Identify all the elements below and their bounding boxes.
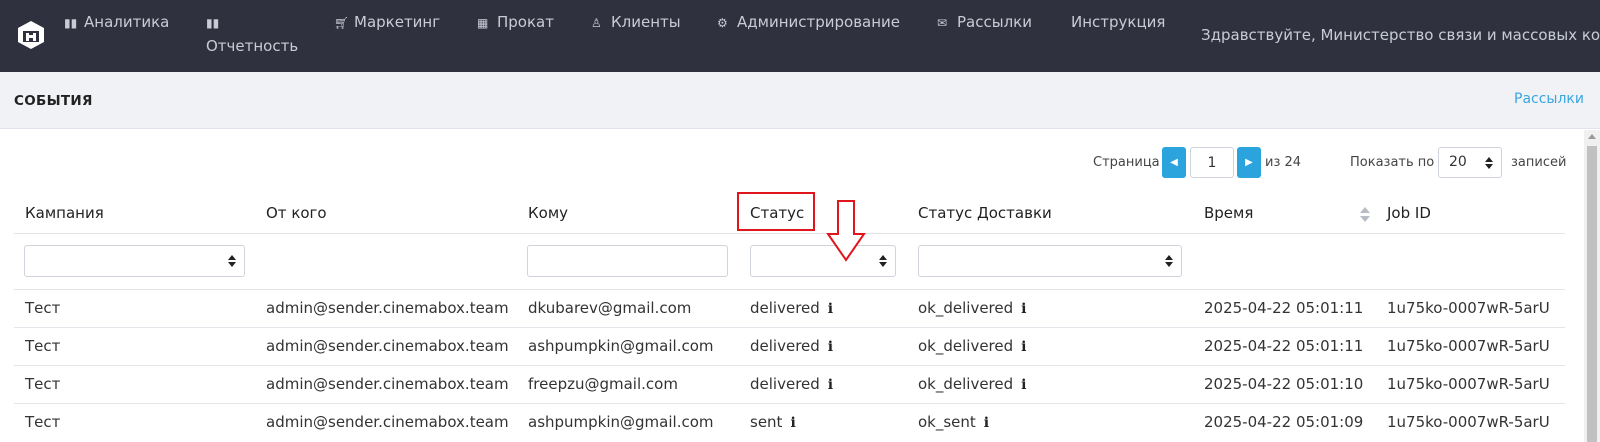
nav-item-administration[interactable]: ⚙ Администрирование <box>717 13 900 31</box>
envelope-icon: ✉ <box>937 16 948 30</box>
cell-from: admin@sender.cinemabox.team <box>266 299 509 317</box>
info-icon[interactable]: i <box>1021 339 1026 355</box>
top-navbar: ▮▮ Аналитика ▮▮ Отчетность 🛒︎ Маркетинг ▦ П… <box>0 0 1600 72</box>
prev-page-button[interactable]: ◀ <box>1162 147 1186 178</box>
column-header-time[interactable]: Время <box>1204 204 1253 222</box>
cell-campaign: Тест <box>25 337 61 355</box>
cart-icon: 🛒︎ <box>334 16 350 30</box>
gears-icon: ⚙ <box>717 16 728 30</box>
info-icon[interactable]: i <box>790 415 795 431</box>
status-filter-select[interactable] <box>750 245 896 277</box>
chevron-left-icon: ◀ <box>1170 157 1178 168</box>
breadcrumb-link-mailings[interactable]: Рассылки <box>1514 91 1584 107</box>
info-icon[interactable]: i <box>828 377 833 393</box>
page-header: СОБЫТИЯ Рассылки <box>0 72 1600 129</box>
cell-job-id: 1u75ko-0007wR-5arU <box>1387 299 1550 317</box>
cell-campaign: Тест <box>25 413 61 431</box>
cell-status: delivered i <box>750 375 834 393</box>
cell-time: 2025-04-22 05:01:10 <box>1204 375 1364 393</box>
cell-to: ashpumpkin@gmail.com <box>528 413 714 431</box>
logo-icon[interactable] <box>17 20 45 50</box>
cell-job-id: 1u75ko-0007wR-5arU <box>1387 413 1550 431</box>
column-header-campaign[interactable]: Кампания <box>25 204 104 222</box>
cell-time: 2025-04-22 05:01:11 <box>1204 337 1364 355</box>
divider <box>14 365 1565 366</box>
scroll-up-icon[interactable] <box>1588 134 1596 139</box>
nav-item-instruction[interactable]: Инструкция <box>1071 13 1165 31</box>
page-number-input[interactable] <box>1190 147 1234 178</box>
cell-time: 2025-04-22 05:01:11 <box>1204 299 1364 317</box>
column-header-to[interactable]: Кому <box>528 204 568 222</box>
nav-item-clients[interactable]: ♙ Клиенты <box>591 13 681 31</box>
divider <box>14 233 1565 234</box>
select-arrows-icon <box>879 255 887 267</box>
cell-delivery-status: ok_sent i <box>918 413 990 431</box>
cell-status: sent i <box>750 413 796 431</box>
cell-from: admin@sender.cinemabox.team <box>266 375 509 393</box>
cell-to: freepzu@gmail.com <box>528 375 678 393</box>
next-page-button[interactable]: ▶ <box>1237 147 1261 178</box>
nav-item-reports[interactable]: ▮▮ Отчетность <box>206 13 298 55</box>
page-title: СОБЫТИЯ <box>14 93 93 109</box>
cell-time: 2025-04-22 05:01:09 <box>1204 413 1364 431</box>
column-header-from[interactable]: От кого <box>266 204 327 222</box>
arrow-down-icon <box>826 200 866 262</box>
vertical-scrollbar[interactable] <box>1584 130 1600 442</box>
select-arrows-icon <box>1165 255 1173 267</box>
nav-item-mailings[interactable]: ✉ Рассылки <box>937 13 1032 31</box>
highlight-box <box>737 192 815 231</box>
cell-campaign: Тест <box>25 375 61 393</box>
cell-from: admin@sender.cinemabox.team <box>266 337 509 355</box>
cell-job-id: 1u75ko-0007wR-5arU <box>1387 375 1550 393</box>
info-icon[interactable]: i <box>828 301 833 317</box>
film-icon: ▦ <box>477 16 489 30</box>
cell-delivery-status: ok_delivered i <box>918 299 1027 317</box>
bar-chart-icon: ▮▮ <box>206 16 220 30</box>
column-header-delivery-status[interactable]: Статус Доставки <box>918 204 1052 222</box>
cell-delivery-status: ok_delivered i <box>918 337 1027 355</box>
divider <box>14 327 1565 328</box>
cell-status: delivered i <box>750 299 834 317</box>
nav-item-rental[interactable]: ▦ Прокат <box>477 13 554 31</box>
info-icon[interactable]: i <box>828 339 833 355</box>
info-icon[interactable]: i <box>984 415 989 431</box>
per-page-label: Показать по <box>1350 155 1435 170</box>
cell-to: dkubarev@gmail.com <box>528 299 692 317</box>
select-arrows-icon <box>228 255 236 267</box>
cell-campaign: Тест <box>25 299 61 317</box>
cell-to: ashpumpkin@gmail.com <box>528 337 714 355</box>
cell-from: admin@sender.cinemabox.team <box>266 413 509 431</box>
cell-job-id: 1u75ko-0007wR-5arU <box>1387 337 1550 355</box>
page-label: Страница <box>1093 155 1160 170</box>
divider <box>14 289 1565 290</box>
divider <box>14 403 1565 404</box>
user-greeting[interactable]: Здравствуйте, Министерство связи и массо… <box>1201 26 1600 44</box>
select-arrows-icon <box>1485 157 1493 169</box>
total-pages-label: из 24 <box>1265 155 1302 170</box>
bar-chart-icon: ▮▮ <box>64 16 78 30</box>
info-icon[interactable]: i <box>1021 301 1026 317</box>
chevron-right-icon: ▶ <box>1245 157 1253 168</box>
records-label: записей <box>1511 155 1567 170</box>
delivery-status-filter-select[interactable] <box>918 245 1182 277</box>
scroll-thumb[interactable] <box>1587 146 1597 442</box>
campaign-filter-select[interactable] <box>24 245 245 277</box>
recipient-filter-input[interactable] <box>527 245 728 277</box>
nav-item-marketing[interactable]: 🛒︎ Маркетинг <box>334 13 440 31</box>
user-icon: ♙ <box>591 16 602 30</box>
cell-delivery-status: ok_delivered i <box>918 375 1027 393</box>
nav-item-analytics[interactable]: ▮▮ Аналитика <box>64 13 169 31</box>
info-icon[interactable]: i <box>1021 377 1026 393</box>
per-page-select[interactable]: 20 <box>1438 147 1502 178</box>
sort-icon[interactable] <box>1360 207 1370 223</box>
cell-status: delivered i <box>750 337 834 355</box>
column-header-job-id[interactable]: Job ID <box>1387 204 1431 222</box>
